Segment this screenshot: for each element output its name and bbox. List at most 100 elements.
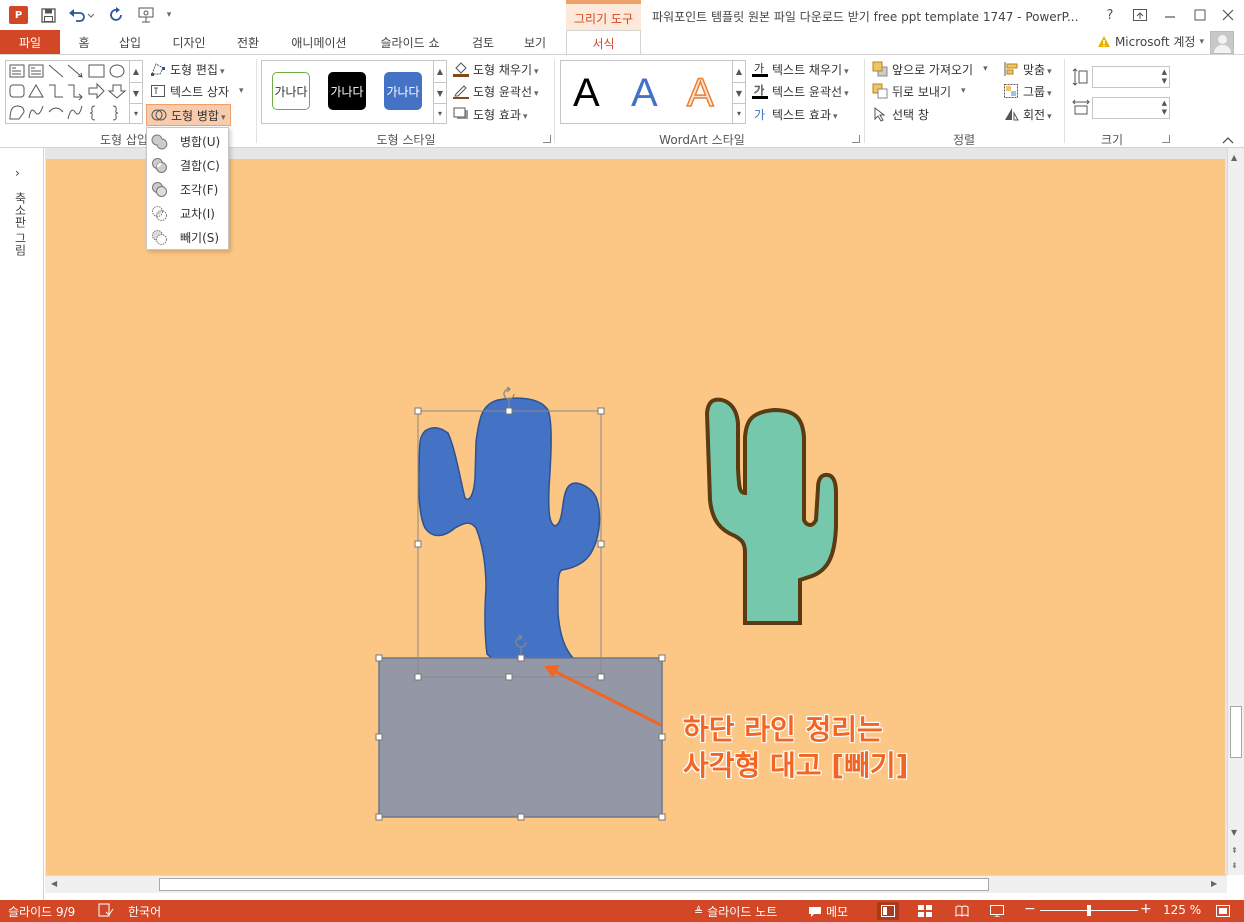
help-button[interactable]: ? — [1096, 4, 1124, 26]
size-launcher-icon[interactable] — [1162, 135, 1170, 143]
tab-slideshow[interactable]: 슬라이드 쇼 — [366, 30, 454, 54]
tab-file[interactable]: 파일 — [0, 30, 60, 54]
restore-icon[interactable] — [1186, 4, 1214, 26]
redo-icon[interactable] — [106, 5, 126, 25]
ribbon-tabs: 파일 홈 삽입 디자인 전환 애니메이션 슬라이드 쇼 검토 보기 서식 Mic… — [0, 30, 1244, 55]
text-outline-button[interactable]: 가 텍스트 윤곽선 — [752, 81, 849, 101]
shape-style-outline-swatch[interactable]: 가나다 — [272, 72, 310, 110]
text-fill-button[interactable]: 가 텍스트 채우기 — [752, 59, 849, 79]
spell-check-icon[interactable] — [98, 903, 114, 917]
language-indicator[interactable]: 한국어 — [128, 903, 161, 920]
scroll-right-icon[interactable]: ▶ — [1211, 879, 1217, 888]
style-gallery-more-icon[interactable]: ▾ — [433, 103, 446, 123]
tab-transitions[interactable]: 전환 — [224, 30, 272, 54]
shape-width-input[interactable]: ▲ ▼ — [1092, 97, 1170, 119]
shape-gallery[interactable]: ▲ ▼ ▾ — [5, 60, 143, 124]
merge-intersect-item[interactable]: 교차(I) — [147, 201, 228, 225]
zoom-level[interactable]: 125 % — [1163, 903, 1201, 917]
scroll-left-icon[interactable]: ◀ — [51, 879, 57, 888]
horizontal-scrollbar[interactable]: ◀ ▶ — [45, 875, 1227, 893]
wordart-scroll-down-icon[interactable]: ▼ — [732, 82, 745, 103]
shape-style-black-swatch[interactable]: 가나다 — [328, 72, 366, 110]
shape-gallery-more-icon[interactable]: ▾ — [129, 103, 142, 123]
shape-gallery-scroll-down-icon[interactable]: ▼ — [129, 82, 142, 103]
send-backward-button[interactable]: 뒤로 보내기 ▾ — [872, 81, 966, 101]
horizontal-scroll-thumb[interactable] — [159, 878, 989, 891]
account-label: Microsoft 계정 — [1114, 35, 1196, 49]
blue-cactus-shape[interactable] — [418, 397, 601, 667]
vertical-scrollbar[interactable]: ▲ ▼ ⇞ ⇟ — [1227, 148, 1244, 875]
shape-style-gallery[interactable]: 가나다 가나다 가나다 ▲ ▼ ▾ — [261, 60, 447, 124]
merge-subtract-item[interactable]: 빼기(S) — [147, 225, 228, 249]
slideshow-view-icon[interactable] — [986, 902, 1008, 920]
wordart-orange-outline-swatch[interactable]: A — [686, 69, 714, 117]
notes-button[interactable]: ≜ 슬라이드 노트 — [694, 903, 777, 920]
wordart-gallery[interactable]: A A A ▲ ▼ ▾ — [560, 60, 746, 124]
slide-sorter-view-icon[interactable] — [914, 902, 936, 920]
width-spinner-icon[interactable]: ▲ ▼ — [1162, 99, 1167, 117]
comments-button[interactable]: 메모 — [808, 903, 848, 920]
scroll-down-icon[interactable]: ▼ — [1231, 828, 1237, 837]
merge-shapes-button[interactable]: 도형 병합 — [146, 104, 231, 126]
align-button[interactable]: 맞춤 — [1003, 59, 1052, 79]
shape-effects-button[interactable]: 도형 효과 — [453, 104, 528, 124]
style-gallery-scroll-down-icon[interactable]: ▼ — [433, 82, 446, 103]
normal-view-icon[interactable] — [877, 902, 899, 920]
tab-animations[interactable]: 애니메이션 — [280, 30, 358, 54]
group-button[interactable]: 그룹 — [1003, 81, 1052, 101]
shape-height-input[interactable]: ▲ ▼ — [1092, 66, 1170, 88]
collapse-ribbon-icon[interactable] — [1222, 133, 1234, 147]
style-gallery-scroll-up-icon[interactable]: ▲ — [433, 61, 446, 82]
ribbon-display-options-icon[interactable] — [1126, 4, 1154, 26]
wordart-blue-swatch[interactable]: A — [631, 69, 658, 117]
undo-icon[interactable] — [66, 5, 96, 25]
tab-format[interactable]: 서식 — [566, 30, 641, 55]
text-box-button[interactable]: 텍스트 상자 ▾ — [150, 81, 244, 101]
start-slideshow-icon[interactable] — [136, 5, 158, 25]
tab-design[interactable]: 디자인 — [160, 30, 218, 54]
save-icon[interactable] — [38, 5, 58, 25]
user-avatar[interactable] — [1210, 31, 1234, 54]
slide-canvas[interactable]: 하단 라인 정리는 사각형 대고 [빼기] — [46, 159, 1225, 875]
merge-combine-item[interactable]: 결합(C) — [147, 153, 228, 177]
shape-gallery-scroll-up-icon[interactable]: ▲ — [129, 61, 142, 82]
merge-union-item[interactable]: 병합(U) — [147, 129, 228, 153]
vertical-scroll-thumb[interactable] — [1230, 706, 1242, 758]
account-menu[interactable]: Microsoft 계정 ▾ — [1097, 33, 1204, 50]
text-effects-button[interactable]: 가 텍스트 효과 — [752, 104, 838, 124]
reading-view-icon[interactable] — [951, 902, 973, 920]
zoom-slider-thumb[interactable] — [1087, 905, 1091, 916]
rotate-button[interactable]: 회전 — [1003, 104, 1052, 124]
wordart-scroll-up-icon[interactable]: ▲ — [732, 61, 745, 82]
fit-slide-icon[interactable] — [1212, 902, 1234, 920]
gray-rectangle-shape[interactable] — [378, 657, 663, 818]
scroll-up-icon[interactable]: ▲ — [1231, 153, 1237, 162]
tab-view[interactable]: 보기 — [512, 30, 558, 54]
wordart-black-swatch[interactable]: A — [573, 69, 600, 117]
tab-insert[interactable]: 삽입 — [108, 30, 152, 54]
zoom-in-icon[interactable]: + — [1140, 901, 1152, 917]
shape-outline-button[interactable]: 도형 윤곽선 — [453, 81, 539, 101]
minimize-icon[interactable] — [1156, 4, 1184, 26]
merge-fragment-item[interactable]: 조각(F) — [147, 177, 228, 201]
close-icon[interactable] — [1214, 4, 1242, 26]
edit-shape-button[interactable]: 도형 편집 — [150, 59, 225, 79]
next-slide-icon[interactable]: ⇟ — [1231, 861, 1238, 870]
shape-gallery-icons[interactable] — [7, 62, 131, 124]
zoom-out-icon[interactable]: − — [1024, 901, 1036, 917]
shape-fill-button[interactable]: 도형 채우기 — [453, 59, 539, 79]
green-cactus-shape[interactable] — [704, 397, 838, 625]
bring-forward-button[interactable]: 앞으로 가져오기 ▾ — [872, 59, 988, 79]
previous-slide-icon[interactable]: ⇞ — [1231, 846, 1238, 855]
customize-quick-access-icon[interactable]: ▾ — [162, 5, 176, 25]
expand-thumbnails-icon[interactable]: › — [15, 166, 20, 180]
tab-home[interactable]: 홈 — [66, 30, 102, 54]
wordart-launcher-icon[interactable] — [852, 135, 860, 143]
selection-pane-button[interactable]: 선택 창 — [872, 104, 929, 124]
wordart-more-icon[interactable]: ▾ — [732, 103, 745, 123]
thumbnails-label[interactable]: 축소판 그림 — [12, 192, 29, 256]
tab-review[interactable]: 검토 — [460, 30, 506, 54]
shape-styles-launcher-icon[interactable] — [543, 135, 551, 143]
shape-style-blue-swatch[interactable]: 가나다 — [384, 72, 422, 110]
height-spinner-icon[interactable]: ▲ ▼ — [1162, 68, 1167, 86]
